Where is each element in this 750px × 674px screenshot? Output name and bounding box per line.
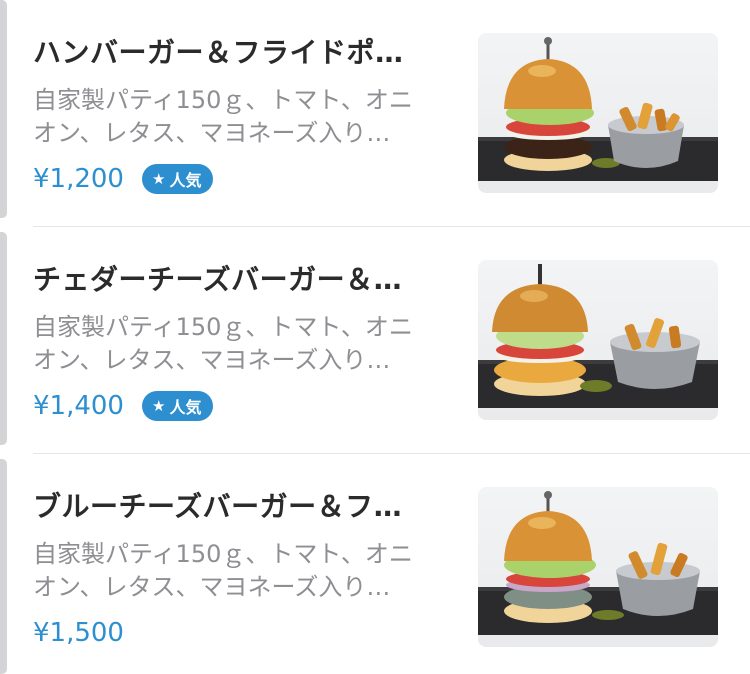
item-title: チェダーチーズバーガー＆… bbox=[33, 263, 403, 296]
cheddar-cheeseburger-with-fries-photo[interactable] bbox=[478, 260, 718, 420]
price-row: ¥1,500 bbox=[33, 614, 124, 652]
item-description-line: オン、レタス、マヨネーズ入り… bbox=[33, 573, 391, 601]
menu-list: ハンバーガー＆フライドポ… 自家製パティ150ｇ、トマト、オニ オン、レタス、マ… bbox=[0, 0, 750, 674]
popular-badge: ★ 人気 bbox=[141, 164, 214, 194]
item-description-line: 自家製パティ150ｇ、トマト、オニ bbox=[33, 86, 413, 114]
item-description-line: オン、レタス、マヨネーズ入り… bbox=[33, 346, 391, 374]
star-icon: ★ bbox=[151, 169, 166, 188]
item-price: ¥1,500 bbox=[33, 618, 124, 648]
item-description-line: 自家製パティ150ｇ、トマト、オニ bbox=[33, 540, 413, 568]
price-row: ¥1,400 ★ 人気 bbox=[33, 387, 214, 425]
item-description-line: オン、レタス、マヨネーズ入り… bbox=[33, 119, 391, 147]
popular-badge: ★ 人気 bbox=[141, 391, 214, 421]
popular-badge-label: 人気 bbox=[169, 398, 202, 417]
item-title: ハンバーガー＆フライドポ… bbox=[33, 36, 404, 69]
item-description: 自家製パティ150ｇ、トマト、オニ オン、レタス、マヨネーズ入り… bbox=[33, 84, 453, 150]
menu-item[interactable]: チェダーチーズバーガー＆… 自家製パティ150ｇ、トマト、オニ オン、レタス、マ… bbox=[0, 227, 750, 454]
item-description-line: 自家製パティ150ｇ、トマト、オニ bbox=[33, 313, 413, 341]
item-description: 自家製パティ150ｇ、トマト、オニ オン、レタス、マヨネーズ入り… bbox=[33, 538, 453, 604]
item-description: 自家製パティ150ｇ、トマト、オニ オン、レタス、マヨネーズ入り… bbox=[33, 311, 453, 377]
item-title: ブルーチーズバーガー＆フ… bbox=[33, 490, 403, 523]
popular-badge-label: 人気 bbox=[169, 171, 202, 190]
price-row: ¥1,200 ★ 人気 bbox=[33, 160, 214, 198]
menu-item[interactable]: ハンバーガー＆フライドポ… 自家製パティ150ｇ、トマト、オニ オン、レタス、マ… bbox=[0, 0, 750, 227]
item-price: ¥1,400 bbox=[33, 391, 124, 421]
menu-item[interactable]: ブルーチーズバーガー＆フ… 自家製パティ150ｇ、トマト、オニ オン、レタス、マ… bbox=[0, 454, 750, 674]
blue-cheeseburger-with-fries-photo[interactable] bbox=[478, 487, 718, 647]
hamburger-with-fries-photo[interactable] bbox=[478, 33, 718, 193]
star-icon: ★ bbox=[151, 396, 166, 415]
item-price: ¥1,200 bbox=[33, 164, 124, 194]
